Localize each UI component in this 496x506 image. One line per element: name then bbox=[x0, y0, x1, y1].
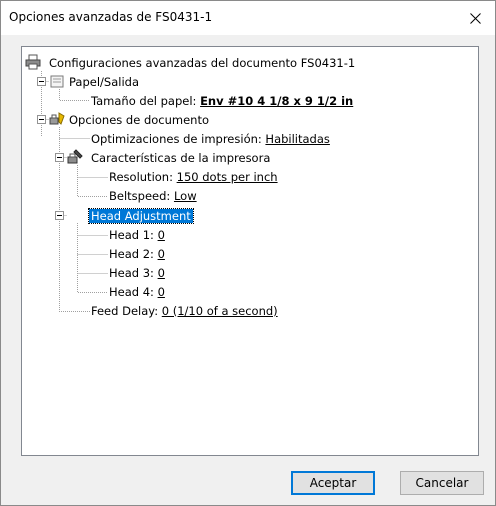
head-4-value[interactable]: 0 bbox=[158, 285, 165, 299]
collapse-toggle-doc-options[interactable] bbox=[37, 115, 46, 124]
print-optimizations-value[interactable]: Habilitadas bbox=[265, 132, 329, 146]
close-icon bbox=[469, 12, 481, 24]
close-button[interactable] bbox=[455, 1, 495, 35]
printer-features-icon bbox=[67, 149, 83, 164]
head-2-value[interactable]: 0 bbox=[158, 247, 165, 261]
tree-item-head-1[interactable]: Head 1: 0 bbox=[109, 226, 165, 244]
title-bar: Opciones avanzadas de FS0431-1 bbox=[1, 1, 495, 35]
accept-button[interactable]: Aceptar bbox=[291, 471, 375, 495]
paper-icon bbox=[50, 75, 64, 88]
cancel-button[interactable]: Cancelar bbox=[400, 471, 484, 495]
tree-item-printer-features[interactable]: Características de la impresora bbox=[91, 149, 270, 167]
head-3-value[interactable]: 0 bbox=[158, 266, 165, 280]
collapse-toggle-head-adjustment[interactable] bbox=[55, 211, 64, 220]
tree-item-beltspeed[interactable]: Beltspeed: Low bbox=[109, 187, 197, 205]
tree-item-paper-output[interactable]: Papel/Salida bbox=[69, 73, 139, 91]
feed-delay-value[interactable]: 0 (1/10 of a second) bbox=[162, 304, 278, 318]
settings-tree[interactable]: Configuraciones avanzadas del documento … bbox=[21, 46, 479, 456]
tree-item-print-optimizations[interactable]: Optimizaciones de impresión: Habilitadas bbox=[91, 130, 330, 148]
collapse-toggle-printer-features[interactable] bbox=[55, 153, 64, 162]
tree-item-head-4[interactable]: Head 4: 0 bbox=[109, 283, 165, 301]
tree-item-document-options[interactable]: Opciones de documento bbox=[69, 111, 209, 129]
beltspeed-value[interactable]: Low bbox=[174, 189, 197, 203]
printer-icon bbox=[25, 54, 41, 70]
paper-size-value[interactable]: Env #10 4 1/8 x 9 1/2 in bbox=[200, 94, 353, 108]
tree-item-root[interactable]: Configuraciones avanzadas del documento … bbox=[49, 54, 355, 72]
advanced-options-dialog: Opciones avanzadas de FS0431-1 Configura… bbox=[0, 0, 496, 506]
collapse-toggle-paper[interactable] bbox=[37, 77, 46, 86]
tree-item-paper-size[interactable]: Tamaño del papel: Env #10 4 1/8 x 9 1/2 … bbox=[91, 92, 353, 110]
tree-item-feed-delay[interactable]: Feed Delay: 0 (1/10 of a second) bbox=[91, 302, 278, 320]
tree-item-resolution[interactable]: Resolution: 150 dots per inch bbox=[109, 168, 278, 186]
tree-item-head-3[interactable]: Head 3: 0 bbox=[109, 264, 165, 282]
document-options-icon bbox=[49, 112, 65, 125]
window-title: Opciones avanzadas de FS0431-1 bbox=[9, 10, 213, 24]
resolution-value[interactable]: 150 dots per inch bbox=[177, 170, 278, 184]
head-1-value[interactable]: 0 bbox=[158, 228, 165, 242]
tree-item-head-2[interactable]: Head 2: 0 bbox=[109, 245, 165, 263]
tree-item-head-adjustment[interactable]: Head Adjustment bbox=[88, 207, 194, 225]
